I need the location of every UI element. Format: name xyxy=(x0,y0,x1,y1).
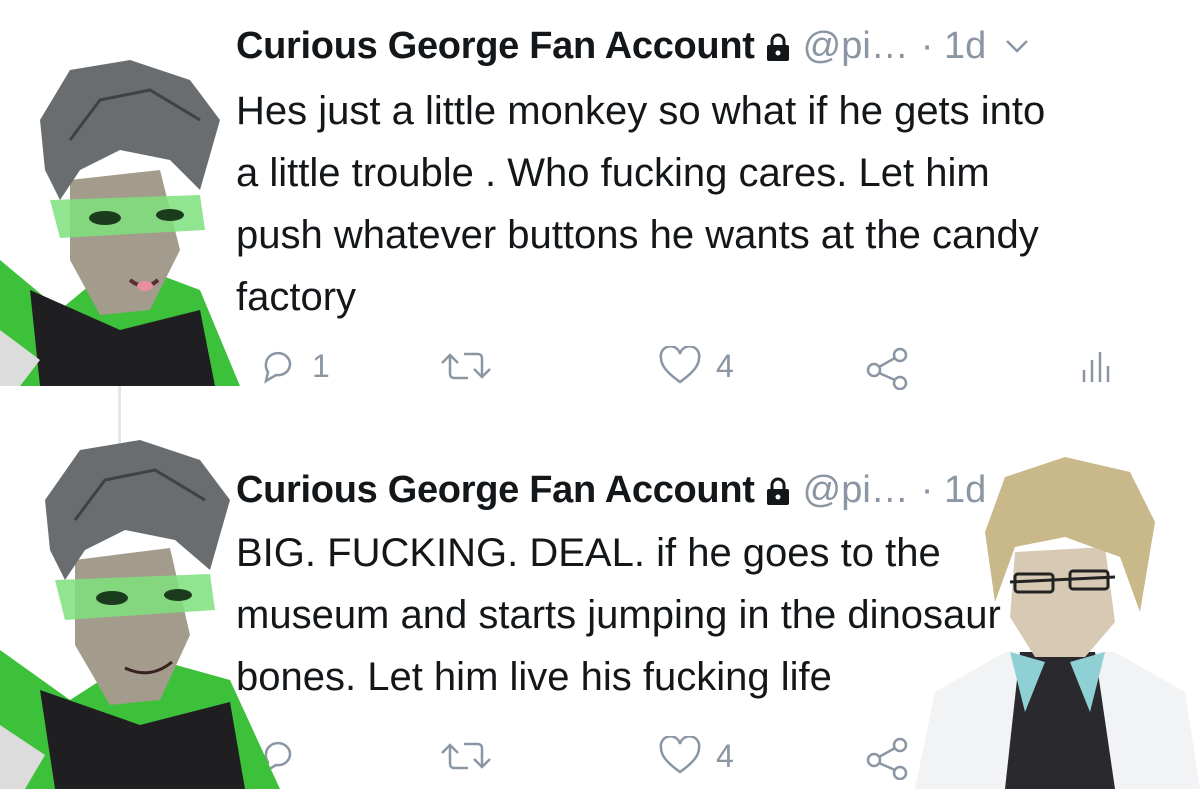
analytics-icon xyxy=(1082,352,1110,382)
share-icon xyxy=(866,347,908,390)
share-icon xyxy=(866,737,908,780)
share-button[interactable] xyxy=(864,346,912,390)
author-name[interactable]: Curious George Fan Account xyxy=(236,22,755,70)
reply-icon xyxy=(264,351,292,384)
reply-count: 1 xyxy=(312,347,330,384)
retweet-icon xyxy=(441,742,491,770)
like-count: 4 xyxy=(716,347,734,384)
lock-icon xyxy=(766,33,789,61)
tweet-timestamp[interactable]: · 1d xyxy=(921,22,986,70)
author-name[interactable]: Curious George Fan Account xyxy=(236,466,755,514)
heart-icon xyxy=(659,346,701,384)
tweet-header: Curious George Fan Account @pi… · 1d xyxy=(236,466,1030,514)
chevron-down-icon[interactable] xyxy=(1004,36,1030,56)
scientist-illustration xyxy=(915,457,1200,789)
like-count: 4 xyxy=(716,737,734,774)
like-button[interactable]: 4 xyxy=(658,346,734,386)
tweet-header: Curious George Fan Account @pi… · 1d xyxy=(236,22,1030,70)
reply-button[interactable]: 1 xyxy=(258,346,330,386)
share-button[interactable] xyxy=(864,736,912,780)
tweet-line: push whatever buttons he wants at the ca… xyxy=(236,213,1039,257)
retweet-button[interactable] xyxy=(438,346,508,386)
tweet-line: Hes just a little monkey so what if he g… xyxy=(236,89,1046,133)
tweet-line: factory xyxy=(236,275,357,319)
retweet-icon xyxy=(441,352,491,380)
like-button[interactable]: 4 xyxy=(658,736,734,776)
author-handle[interactable]: @pi… xyxy=(803,466,909,514)
masked-hero-illustration xyxy=(0,60,240,386)
heart-icon xyxy=(659,736,701,774)
lock-icon xyxy=(766,477,789,505)
tweet-actions: 1 4 xyxy=(258,346,1158,406)
tweet-text: Hes just a little monkey so what if he g… xyxy=(236,80,1166,328)
masked-hero-smirk-illustration xyxy=(0,440,280,789)
tweet-line: a little trouble . Who fucking cares. Le… xyxy=(236,151,990,195)
analytics-button[interactable] xyxy=(1080,346,1110,386)
author-handle[interactable]: @pi… xyxy=(803,22,909,70)
retweet-button[interactable] xyxy=(438,736,508,776)
